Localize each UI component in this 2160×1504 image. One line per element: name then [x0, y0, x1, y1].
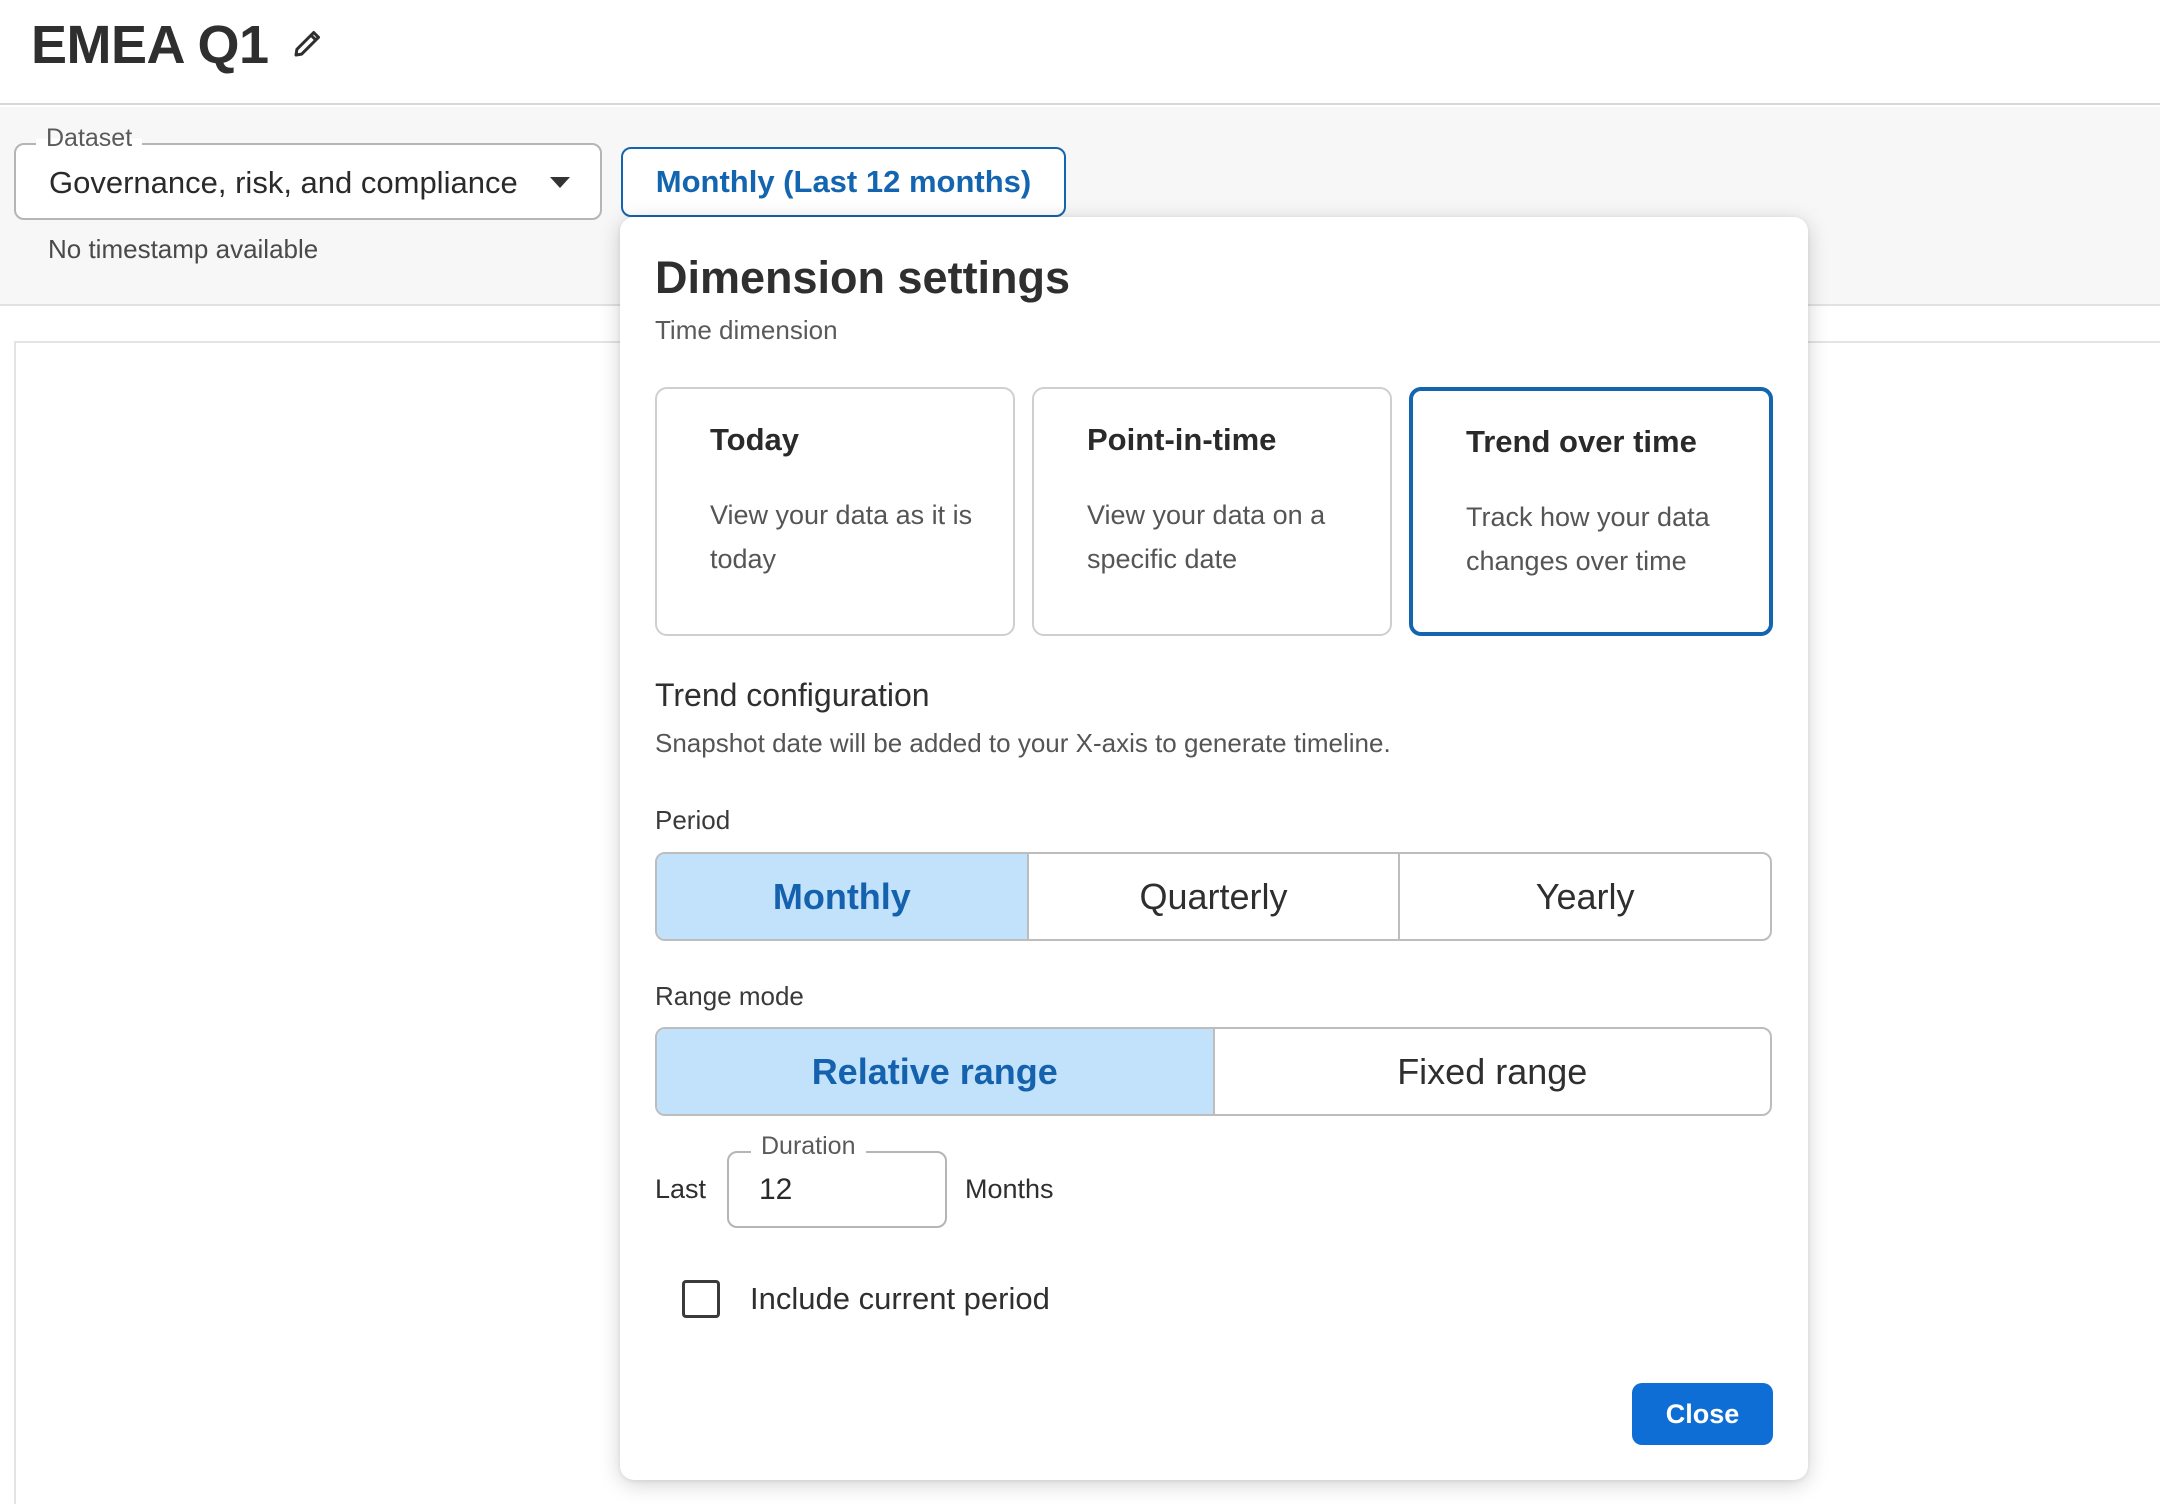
period-segmented-control: Monthly Quarterly Yearly	[655, 852, 1772, 941]
trend-configuration-description: Snapshot date will be added to your X-ax…	[655, 728, 1391, 758]
dataset-select[interactable]: Dataset Governance, risk, and compliance	[14, 124, 602, 220]
duration-prefix: Last	[655, 1174, 707, 1204]
range-option-relative[interactable]: Relative range	[657, 1029, 1213, 1114]
range-mode-label: Range mode	[655, 981, 804, 1011]
page-header: EMEA Q1	[0, 0, 2160, 105]
period-option-monthly[interactable]: Monthly	[657, 854, 1027, 939]
mode-card-trend-over-time[interactable]: Trend over time Track how your data chan…	[1409, 387, 1773, 636]
include-current-period-checkbox[interactable]	[682, 1280, 720, 1318]
duration-label: Duration	[751, 1132, 866, 1161]
period-option-yearly[interactable]: Yearly	[1398, 854, 1770, 939]
duration-unit: Months	[965, 1174, 1054, 1204]
close-button[interactable]: Close	[1632, 1383, 1773, 1445]
mode-card-description: View your data on a specific date	[1087, 500, 1326, 574]
mode-card-today[interactable]: Today View your data as it is today	[655, 387, 1015, 636]
mode-card-title: Today	[710, 422, 799, 457]
mode-card-title: Point-in-time	[1087, 422, 1277, 457]
pencil-icon	[294, 31, 320, 57]
popover-title: Dimension settings	[655, 252, 1071, 303]
duration-field: Duration	[727, 1132, 947, 1228]
timestamp-note: No timestamp available	[48, 234, 319, 264]
caret-down-icon	[550, 177, 570, 188]
period-label: Period	[655, 805, 731, 835]
dimension-settings-popover: Dimension settings Time dimension Today …	[620, 217, 1808, 1480]
mode-card-description: View your data as it is today	[710, 500, 973, 574]
dataset-value: Governance, risk, and compliance	[49, 165, 518, 200]
mode-card-point-in-time[interactable]: Point-in-time View your data on a specif…	[1032, 387, 1392, 636]
trend-configuration-heading: Trend configuration	[655, 677, 930, 713]
include-current-period-option[interactable]: Include current period	[682, 1280, 1050, 1318]
range-mode-segmented-control: Relative range Fixed range	[655, 1027, 1772, 1116]
mode-card-title: Trend over time	[1466, 424, 1697, 459]
period-option-quarterly[interactable]: Quarterly	[1026, 854, 1399, 939]
range-option-fixed[interactable]: Fixed range	[1212, 1029, 1771, 1114]
popover-subtitle: Time dimension	[655, 315, 838, 345]
page-title: EMEA Q1	[31, 15, 269, 75]
duration-input[interactable]	[759, 1171, 919, 1209]
edit-title-button[interactable]	[287, 22, 329, 64]
mode-card-description: Track how your data changes over time	[1466, 502, 1710, 576]
time-dimension-chip[interactable]: Monthly (Last 12 months)	[621, 147, 1066, 217]
include-current-period-label: Include current period	[750, 1281, 1050, 1316]
dataset-label: Dataset	[36, 124, 143, 153]
